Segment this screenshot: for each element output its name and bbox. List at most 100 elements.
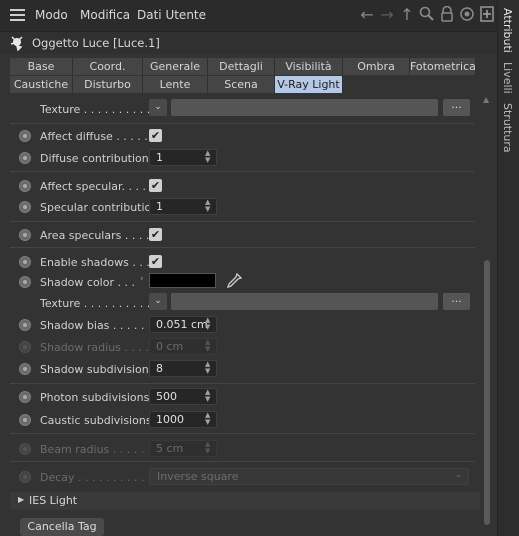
menu-dati-utente[interactable]: Dati Utente bbox=[137, 8, 206, 22]
new-panel-icon[interactable] bbox=[478, 6, 496, 24]
scroll-up-icon[interactable]: ▲ bbox=[483, 95, 493, 105]
tab-fotometrica[interactable]: Fotometrica bbox=[410, 58, 476, 75]
shadow-color-swatch[interactable] bbox=[149, 273, 216, 288]
photon-subdivisions-label: Photon subdivisions bbox=[40, 391, 150, 404]
field-value: 1000 bbox=[156, 413, 184, 426]
sidebar-tab-attributi[interactable]: Attributi bbox=[501, 8, 514, 53]
field-value: 500 bbox=[156, 390, 177, 403]
lock-icon[interactable] bbox=[438, 5, 456, 24]
tab-base[interactable]: Base bbox=[10, 58, 73, 75]
up-arrow-icon[interactable]: ↑ bbox=[398, 6, 416, 24]
back-arrow-icon[interactable]: ← bbox=[358, 6, 376, 24]
animate-radio[interactable] bbox=[19, 276, 31, 288]
stepper-arrows-icon[interactable]: ▲ ▼ bbox=[205, 412, 213, 426]
tab-disturbo[interactable]: Disturbo bbox=[73, 76, 143, 93]
forward-arrow-icon[interactable]: → bbox=[378, 6, 396, 24]
tab-caustiche[interactable]: Caustiche bbox=[10, 76, 73, 93]
shadow-bias-field[interactable]: 0.051 cm ▲ ▼ bbox=[149, 316, 217, 333]
affect-specular-checkbox[interactable]: ✔ bbox=[149, 179, 162, 192]
expand-arrow-icon[interactable]: › bbox=[140, 274, 144, 284]
shadow-texture-label: Texture . . . . . . . . . . . bbox=[40, 297, 158, 310]
menu-modifica[interactable]: Modifica bbox=[80, 8, 130, 22]
beam-radius-field: 5 cm ▲ ▼ bbox=[149, 440, 217, 457]
right-sidebar: Attributi Livelli Struttura bbox=[497, 0, 519, 536]
sidebar-tab-livelli[interactable]: Livelli bbox=[501, 62, 514, 94]
caustic-subdivisions-field[interactable]: 1000 ▲ ▼ bbox=[149, 411, 217, 428]
tab-dettagli[interactable]: Dettagli bbox=[208, 58, 275, 75]
texture-label: Texture . . . . . . . . . . . bbox=[40, 103, 158, 116]
enable-shadows-label: Enable shadows . . . . bbox=[40, 256, 157, 269]
collapsed-triangle-icon[interactable]: ▶ bbox=[18, 495, 24, 504]
search-icon[interactable] bbox=[418, 6, 436, 24]
enable-shadows-checkbox[interactable]: ✔ bbox=[149, 255, 162, 268]
area-speculars-label: Area speculars . . . . . bbox=[40, 229, 157, 242]
field-value: 8 bbox=[156, 362, 163, 375]
stepper-arrows-icon[interactable]: ▲ ▼ bbox=[205, 389, 213, 403]
shadow-texture-dropdown-button[interactable]: ⌄ bbox=[149, 293, 167, 310]
hamburger-menu-icon[interactable] bbox=[10, 9, 25, 21]
animate-radio[interactable] bbox=[19, 414, 31, 426]
photon-subdivisions-field[interactable]: 500 ▲ ▼ bbox=[149, 388, 217, 405]
tab-vray-light[interactable]: V-Ray Light bbox=[275, 76, 343, 93]
shadow-radius-field: 0 cm ▲ ▼ bbox=[149, 338, 217, 355]
animate-radio[interactable] bbox=[19, 363, 31, 375]
texture-dropdown-button[interactable]: ⌄ bbox=[149, 99, 167, 116]
tab-coord[interactable]: Coord. bbox=[73, 58, 143, 75]
tab-lente[interactable]: Lente bbox=[143, 76, 208, 93]
animate-radio[interactable] bbox=[19, 319, 31, 331]
eyedropper-icon[interactable] bbox=[225, 272, 243, 290]
area-speculars-checkbox[interactable]: ✔ bbox=[149, 228, 162, 241]
affect-diffuse-label: Affect diffuse . . . . . . bbox=[40, 130, 155, 143]
ies-light-group-header[interactable]: ▶ IES Light bbox=[10, 492, 480, 510]
animate-radio[interactable] bbox=[19, 229, 31, 241]
field-value: 0 cm bbox=[156, 340, 184, 353]
shadow-subdivisions-field[interactable]: 8 ▲ ▼ bbox=[149, 360, 217, 377]
separator bbox=[10, 123, 475, 124]
texture-browse-button[interactable]: ... bbox=[443, 99, 470, 116]
animate-radio[interactable] bbox=[19, 256, 31, 268]
affect-specular-label: Affect specular. . . . . bbox=[40, 180, 154, 193]
menu-modo[interactable]: Modo bbox=[35, 8, 68, 22]
stepper-arrows-icon: ▲ ▼ bbox=[205, 338, 211, 353]
diffuse-contribution-label: Diffuse contribution bbox=[40, 152, 149, 165]
stepper-arrows-icon[interactable]: ▲ ▼ bbox=[205, 361, 213, 375]
animate-radio[interactable] bbox=[19, 130, 31, 142]
animate-radio[interactable] bbox=[19, 391, 31, 403]
separator bbox=[10, 247, 475, 248]
animate-radio[interactable] bbox=[19, 201, 31, 213]
field-value: 5 cm bbox=[156, 442, 184, 455]
separator bbox=[10, 221, 475, 222]
diffuse-contribution-field[interactable]: 1 ▲ ▼ bbox=[149, 149, 217, 166]
stepper-arrows-icon[interactable]: ▲ ▼ bbox=[205, 317, 213, 331]
beam-radius-label: Beam radius . . . . . . bbox=[40, 443, 152, 456]
stepper-arrows-icon[interactable]: ▲ ▼ bbox=[205, 199, 213, 213]
field-value: 0.051 cm bbox=[156, 318, 208, 331]
tab-generale[interactable]: Generale bbox=[143, 58, 208, 75]
texture-field[interactable] bbox=[171, 99, 438, 116]
separator bbox=[10, 461, 475, 462]
field-value: 1 bbox=[156, 200, 163, 213]
shadow-bias-label: Shadow bias . . . . . . bbox=[40, 319, 152, 332]
animate-radio[interactable] bbox=[19, 180, 31, 192]
tab-scena[interactable]: Scena bbox=[208, 76, 275, 93]
field-value: 1 bbox=[156, 151, 163, 164]
decay-select-value: Inverse square bbox=[157, 470, 239, 483]
caustic-subdivisions-label: Caustic subdivisions bbox=[40, 414, 152, 427]
sidebar-tab-struttura[interactable]: Struttura bbox=[501, 103, 514, 153]
affect-diffuse-checkbox[interactable]: ✔ bbox=[149, 129, 162, 142]
target-icon[interactable] bbox=[458, 6, 476, 24]
tab-ombra[interactable]: Ombra bbox=[343, 58, 410, 75]
animate-radio bbox=[19, 443, 31, 455]
animate-radio[interactable] bbox=[19, 152, 31, 164]
shadow-texture-field[interactable] bbox=[171, 293, 438, 310]
tab-visibilita[interactable]: Visibilità bbox=[275, 58, 343, 75]
specular-contribution-label: Specular contribution bbox=[40, 201, 159, 214]
stepper-arrows-icon[interactable]: ▲ ▼ bbox=[205, 150, 213, 164]
specular-contribution-field[interactable]: 1 ▲ ▼ bbox=[149, 198, 217, 215]
shadow-texture-browse-button[interactable]: ... bbox=[443, 293, 470, 310]
chevron-down-icon: ⌄ bbox=[454, 470, 462, 480]
scrollbar-thumb[interactable] bbox=[484, 260, 490, 525]
shadow-subdivisions-label: Shadow subdivisions bbox=[40, 363, 155, 376]
decay-label: Decay . . . . . . . . . . . bbox=[40, 471, 152, 484]
remove-tag-button[interactable]: Cancella Tag bbox=[20, 518, 104, 536]
